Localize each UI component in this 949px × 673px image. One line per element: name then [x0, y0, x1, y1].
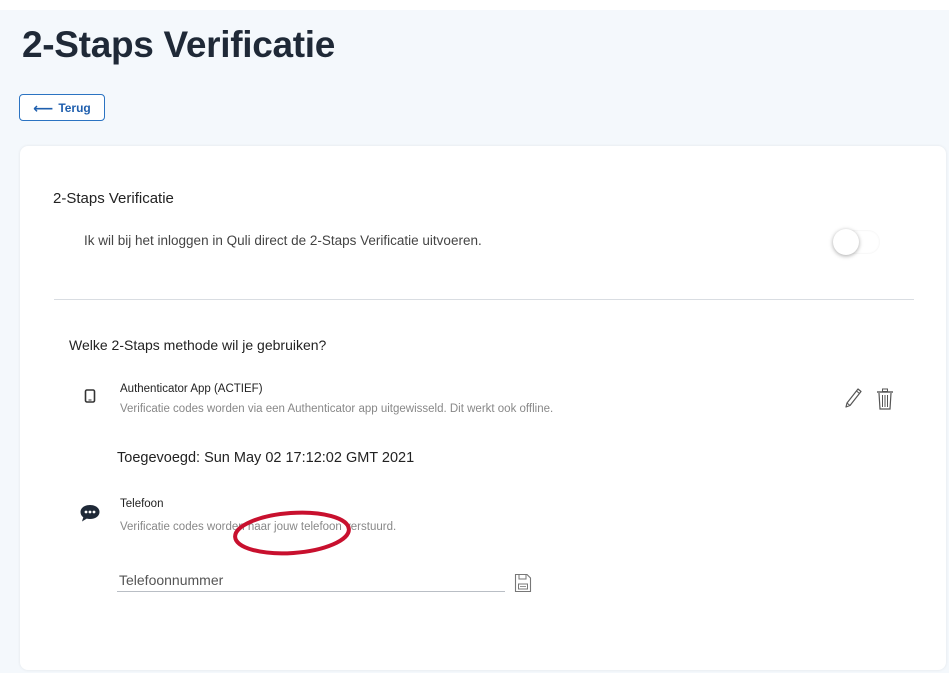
toggle-knob — [833, 229, 859, 255]
section-divider — [54, 299, 914, 300]
phone-icon — [84, 389, 96, 403]
trash-icon[interactable] — [876, 388, 894, 410]
chat-bubble-icon — [79, 503, 101, 523]
authenticator-added-date: Toegevoegd: Sun May 02 17:12:02 GMT 2021 — [117, 450, 415, 466]
save-icon[interactable] — [514, 573, 532, 593]
phone-method-name[interactable]: Telefoon — [120, 498, 163, 510]
back-button-label: Terug — [58, 100, 91, 115]
method-question: Welke 2-Staps methode wil je gebruiken? — [69, 337, 327, 353]
annotation-circle — [233, 510, 351, 556]
arrow-left-icon: ⟵ — [33, 99, 54, 116]
authenticator-method-name[interactable]: Authenticator App (ACTIEF) — [120, 383, 263, 395]
pencil-icon[interactable] — [842, 384, 864, 410]
page-title: 2-Staps Verificatie — [22, 24, 336, 65]
two-step-section-title: 2-Staps Verificatie — [53, 190, 174, 207]
two-step-description: Ik wil bij het inloggen in Quli direct d… — [84, 233, 482, 248]
authenticator-method-description: Verificatie codes worden via een Authent… — [120, 403, 554, 415]
back-button[interactable]: ⟵ Terug — [19, 94, 105, 121]
phone-number-input[interactable] — [117, 568, 505, 592]
phone-method-description: Verificatie codes worden naar jouw telef… — [120, 521, 397, 533]
two-step-toggle[interactable] — [830, 226, 880, 258]
settings-card: 2-Staps Verificatie Ik wil bij het inlog… — [20, 146, 946, 670]
